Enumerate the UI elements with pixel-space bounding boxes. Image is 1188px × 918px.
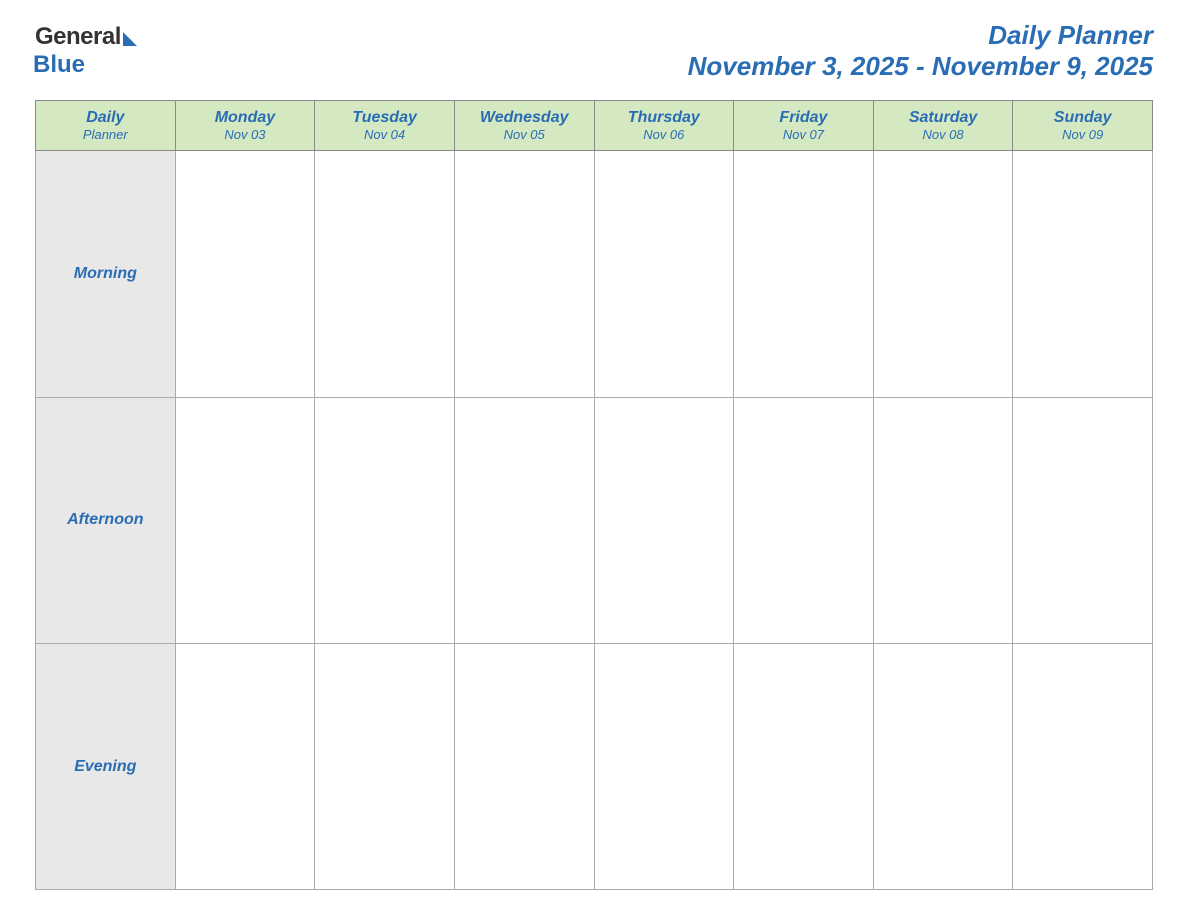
morning-tuesday-cell[interactable] bbox=[315, 151, 455, 397]
header-sunday: Sunday Nov 09 bbox=[1013, 101, 1153, 151]
evening-thursday-cell[interactable] bbox=[594, 644, 734, 890]
evening-friday-cell[interactable] bbox=[734, 644, 874, 890]
friday-date: Nov 07 bbox=[738, 127, 869, 142]
morning-wednesday-cell[interactable] bbox=[454, 151, 594, 397]
morning-saturday-cell[interactable] bbox=[873, 151, 1013, 397]
monday-date: Nov 03 bbox=[180, 127, 311, 142]
tuesday-date: Nov 04 bbox=[319, 127, 450, 142]
logo-general: General bbox=[35, 23, 121, 51]
page: General Blue Daily Planner November 3, 2… bbox=[0, 0, 1188, 918]
logo-blue: Blue bbox=[33, 51, 85, 79]
afternoon-monday-cell[interactable] bbox=[175, 397, 315, 643]
evening-label: Evening bbox=[36, 644, 176, 890]
planner-date-range: November 3, 2025 - November 9, 2025 bbox=[688, 51, 1153, 82]
header-thursday: Thursday Nov 06 bbox=[594, 101, 734, 151]
afternoon-row: Afternoon bbox=[36, 397, 1153, 643]
table-header-row: Daily Planner Monday Nov 03 Tuesday Nov … bbox=[36, 101, 1153, 151]
friday-name: Friday bbox=[738, 109, 869, 127]
header-col-title-line1: Daily bbox=[40, 109, 171, 127]
evening-monday-cell[interactable] bbox=[175, 644, 315, 890]
header-monday: Monday Nov 03 bbox=[175, 101, 315, 151]
afternoon-tuesday-cell[interactable] bbox=[315, 397, 455, 643]
wednesday-name: Wednesday bbox=[459, 109, 590, 127]
header: General Blue Daily Planner November 3, 2… bbox=[35, 20, 1153, 82]
morning-row: Morning bbox=[36, 151, 1153, 397]
header-col-title-line2: Planner bbox=[40, 127, 171, 142]
logo-triangle-icon bbox=[123, 32, 137, 46]
logo: General Blue bbox=[35, 23, 137, 79]
header-wednesday: Wednesday Nov 05 bbox=[454, 101, 594, 151]
afternoon-friday-cell[interactable] bbox=[734, 397, 874, 643]
afternoon-thursday-cell[interactable] bbox=[594, 397, 734, 643]
tuesday-name: Tuesday bbox=[319, 109, 450, 127]
evening-tuesday-cell[interactable] bbox=[315, 644, 455, 890]
afternoon-wednesday-cell[interactable] bbox=[454, 397, 594, 643]
sunday-date: Nov 09 bbox=[1017, 127, 1148, 142]
saturday-name: Saturday bbox=[878, 109, 1009, 127]
header-label-cell: Daily Planner bbox=[36, 101, 176, 151]
evening-sunday-cell[interactable] bbox=[1013, 644, 1153, 890]
afternoon-sunday-cell[interactable] bbox=[1013, 397, 1153, 643]
planner-title: Daily Planner bbox=[688, 20, 1153, 51]
planner-table: Daily Planner Monday Nov 03 Tuesday Nov … bbox=[35, 100, 1153, 890]
wednesday-date: Nov 05 bbox=[459, 127, 590, 142]
saturday-date: Nov 08 bbox=[878, 127, 1009, 142]
header-saturday: Saturday Nov 08 bbox=[873, 101, 1013, 151]
header-title: Daily Planner November 3, 2025 - Novembe… bbox=[688, 20, 1153, 82]
header-friday: Friday Nov 07 bbox=[734, 101, 874, 151]
evening-row: Evening bbox=[36, 644, 1153, 890]
thursday-name: Thursday bbox=[599, 109, 730, 127]
evening-saturday-cell[interactable] bbox=[873, 644, 1013, 890]
morning-monday-cell[interactable] bbox=[175, 151, 315, 397]
afternoon-label: Afternoon bbox=[36, 397, 176, 643]
thursday-date: Nov 06 bbox=[599, 127, 730, 142]
evening-wednesday-cell[interactable] bbox=[454, 644, 594, 890]
morning-friday-cell[interactable] bbox=[734, 151, 874, 397]
morning-label: Morning bbox=[36, 151, 176, 397]
header-tuesday: Tuesday Nov 04 bbox=[315, 101, 455, 151]
logo-line: General bbox=[35, 23, 137, 51]
afternoon-saturday-cell[interactable] bbox=[873, 397, 1013, 643]
morning-sunday-cell[interactable] bbox=[1013, 151, 1153, 397]
morning-thursday-cell[interactable] bbox=[594, 151, 734, 397]
sunday-name: Sunday bbox=[1017, 109, 1148, 127]
monday-name: Monday bbox=[180, 109, 311, 127]
